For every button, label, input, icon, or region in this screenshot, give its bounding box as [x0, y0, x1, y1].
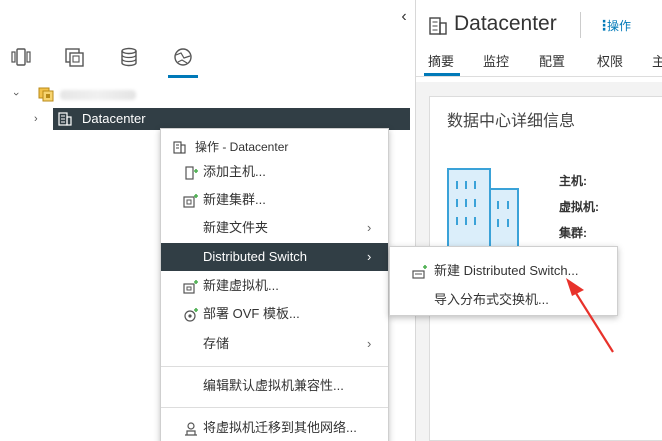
storage-icon	[121, 47, 137, 67]
tab-permissions[interactable]: 权限	[597, 52, 623, 78]
object-summary-panel: Datacenter ⋮ 操作 摘要 监控 配置 权限 主 数据中心详细信息 主…	[415, 0, 662, 441]
panel-header: Datacenter ⋮ 操作 摘要 监控 配置 权限 主	[416, 0, 662, 82]
menu-item-new-cluster[interactable]: 新建集群...	[161, 186, 388, 214]
vms-label: 虚拟机:	[559, 200, 599, 214]
menu-item-label: 存储	[203, 336, 230, 351]
tab-more[interactable]: 主	[652, 52, 662, 78]
selected-tab-indicator	[168, 75, 198, 78]
menu-item-add-host[interactable]: 添加主机...	[161, 158, 388, 186]
vsphere-client-window: ‹ › › Datacenter Datacenter ⋮ 操作 摘要 监控 配…	[0, 0, 662, 441]
networking-tab[interactable]	[170, 46, 196, 74]
clusters-label: 集群:	[559, 226, 587, 240]
migrate-network-icon	[185, 422, 197, 436]
collapse-navigator-button[interactable]: ‹	[396, 6, 412, 28]
vms-and-templates-icon	[65, 48, 84, 67]
menu-item-distributed-switch[interactable]: Distributed Switch ›	[161, 243, 388, 271]
menu-item-label: 导入分布式交换机...	[434, 292, 549, 307]
actions-button[interactable]: 操作	[607, 17, 631, 34]
active-tab-indicator	[424, 73, 460, 76]
tab-configure[interactable]: 配置	[539, 52, 565, 78]
menu-item-label: 将虚拟机迁移到其他网络...	[203, 420, 357, 435]
menu-item-storage[interactable]: 存储 ›	[161, 330, 388, 358]
menu-item-migrate-vms-network[interactable]: 将虚拟机迁移到其他网络...	[161, 414, 388, 441]
menu-item-label: 新建虚拟机...	[203, 278, 279, 293]
datacenter-icon	[429, 17, 447, 35]
menu-item-new-folder[interactable]: 新建文件夹 ›	[161, 214, 388, 242]
datacenter-icon	[173, 141, 186, 154]
menu-item-label: Distributed Switch	[203, 249, 308, 264]
new-cluster-icon	[183, 194, 198, 208]
menu-item-label: 添加主机...	[203, 164, 266, 179]
submenu-arrow-icon: ›	[367, 249, 372, 264]
datacenter-icon	[58, 112, 72, 126]
datacenter-label: Datacenter	[82, 111, 146, 126]
new-vm-icon	[183, 280, 198, 294]
tabs-baseline	[416, 76, 662, 77]
datacenter-illustration-icon	[447, 168, 519, 256]
redacted-name-blur	[60, 90, 136, 100]
expand-caret-icon[interactable]: ›	[34, 108, 38, 130]
menu-item-label: 编辑默认虚拟机兼容性...	[203, 378, 344, 393]
menu-item-label: 部署 OVF 模板...	[203, 306, 300, 321]
header-divider	[580, 12, 581, 38]
menu-item-new-distributed-switch[interactable]: 新建 Distributed Switch...	[390, 257, 617, 285]
menu-divider	[161, 366, 388, 367]
storage-tab[interactable]	[116, 46, 142, 74]
context-menu-header: 操作 - Datacenter	[195, 140, 289, 154]
add-host-icon	[185, 166, 198, 180]
vms-and-templates-tab[interactable]	[61, 46, 87, 74]
menu-item-deploy-ovf[interactable]: 部署 OVF 模板...	[161, 300, 388, 328]
expand-caret-icon[interactable]: ›	[5, 92, 27, 96]
tab-monitor[interactable]: 监控	[483, 52, 509, 78]
menu-item-edit-vm-compatibility[interactable]: 编辑默认虚拟机兼容性...	[161, 372, 388, 400]
submenu-arrow-icon: ›	[367, 220, 372, 235]
hosts-and-clusters-icon	[11, 48, 31, 66]
distributed-switch-submenu: 新建 Distributed Switch... 导入分布式交换机...	[389, 246, 618, 316]
menu-item-label: 新建 Distributed Switch...	[434, 263, 579, 278]
networking-icon	[174, 48, 192, 66]
menu-divider	[161, 407, 388, 408]
tree-node-datacenter[interactable]: › Datacenter	[0, 108, 410, 130]
submenu-arrow-icon: ›	[367, 336, 372, 351]
datacenter-context-menu: 操作 - Datacenter 添加主机... 新建集群... 新建文件夹 › …	[160, 128, 389, 441]
tree-node-vcenter[interactable]: ›	[0, 83, 410, 105]
card-title: 数据中心详细信息	[447, 113, 576, 130]
panel-title: Datacenter	[454, 12, 557, 35]
deploy-ovf-icon	[184, 308, 198, 322]
hosts-and-clusters-tab[interactable]	[8, 46, 34, 74]
vcenter-icon	[38, 87, 54, 102]
menu-item-label: 新建文件夹	[203, 220, 269, 235]
menu-item-label: 新建集群...	[203, 192, 266, 207]
new-distributed-switch-icon	[412, 265, 427, 279]
menu-item-new-vm[interactable]: 新建虚拟机...	[161, 272, 388, 300]
menu-item-import-distributed-switch[interactable]: 导入分布式交换机...	[390, 286, 617, 314]
hosts-label: 主机:	[559, 174, 587, 188]
